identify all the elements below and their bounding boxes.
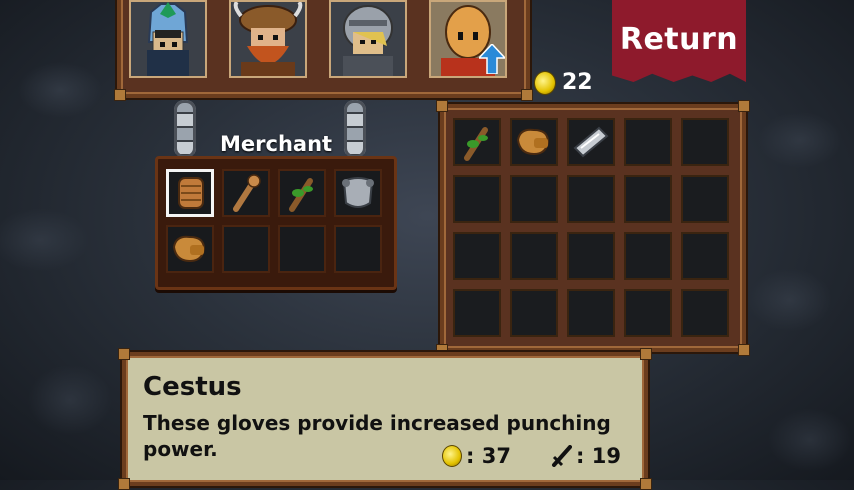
- item-price: : 37: [442, 444, 511, 468]
- inventory-slot-20[interactable]: [681, 289, 729, 337]
- party-member-viking[interactable]: [229, 0, 307, 78]
- chain-right: [344, 100, 366, 158]
- leafy-club-icon: [464, 127, 488, 161]
- inventory-slot-7[interactable]: [510, 175, 558, 223]
- party-member-monk[interactable]: [429, 0, 507, 78]
- chain-left: [174, 100, 196, 158]
- inventory-slot-10[interactable]: [681, 175, 729, 223]
- item-info-panel: Cestus These gloves provide increased pu…: [118, 348, 652, 490]
- inventory-slot-13[interactable]: [567, 232, 615, 280]
- steel-bracer-icon: [573, 126, 609, 158]
- item-attack: : 19: [550, 444, 621, 468]
- helmeted-hero-icon: [343, 5, 393, 76]
- inventory-slot-1[interactable]: [453, 118, 501, 166]
- inventory-slot-17[interactable]: [510, 289, 558, 337]
- inventory-slot-5[interactable]: [681, 118, 729, 166]
- inventory-slot-8[interactable]: [567, 175, 615, 223]
- merchant-slot-1[interactable]: [166, 169, 214, 217]
- return-button-label: Return: [619, 22, 739, 57]
- merchant-slot-7[interactable]: [278, 225, 326, 273]
- inventory-slot-19[interactable]: [624, 289, 672, 337]
- fur-hat-hero-icon: [233, 2, 303, 76]
- party-member-knight[interactable]: [129, 0, 207, 78]
- gold-counter: 22: [534, 70, 593, 95]
- inventory-slot-2[interactable]: [510, 118, 558, 166]
- blue-helmet-hero-icon: [147, 2, 189, 76]
- merchant-panel: [155, 156, 397, 290]
- inventory-slot-18[interactable]: [567, 289, 615, 337]
- steel-breastplate-icon: [342, 177, 374, 208]
- inventory-slot-6[interactable]: [453, 175, 501, 223]
- blue-up-arrow-icon: [479, 44, 505, 74]
- inventory-slot-14[interactable]: [624, 232, 672, 280]
- inventory-slot-12[interactable]: [510, 232, 558, 280]
- merchant-slot-2[interactable]: [222, 169, 270, 217]
- gold-coin-icon: [534, 70, 556, 95]
- leather-gloves-icon: [516, 128, 550, 156]
- merchant-slot-6[interactable]: [222, 225, 270, 273]
- inventory-slot-3[interactable]: [567, 118, 615, 166]
- return-button[interactable]: Return: [612, 0, 746, 82]
- item-attack-value: : 19: [576, 444, 621, 468]
- cestus-gloves-icon: [178, 177, 204, 209]
- sword-icon: [552, 445, 572, 467]
- wooden-staff-icon: [233, 174, 261, 212]
- item-name: Cestus: [143, 372, 242, 402]
- party-member-visor[interactable]: [329, 0, 407, 78]
- inventory-slot-11[interactable]: [453, 232, 501, 280]
- leather-gloves-icon: [172, 235, 206, 263]
- inventory-slot-4[interactable]: [624, 118, 672, 166]
- leafy-club-icon: [289, 178, 313, 212]
- inventory-slot-15[interactable]: [681, 232, 729, 280]
- inventory-slot-16[interactable]: [453, 289, 501, 337]
- merchant-slot-8[interactable]: [334, 225, 382, 273]
- inventory-slot-9[interactable]: [624, 175, 672, 223]
- merchant-slot-4[interactable]: [334, 169, 382, 217]
- gold-coin-icon: [442, 445, 462, 467]
- merchant-slot-3[interactable]: [278, 169, 326, 217]
- inventory-panel: [436, 100, 750, 356]
- gold-amount: 22: [562, 70, 593, 95]
- item-price-value: : 37: [466, 444, 511, 468]
- merchant-slot-5[interactable]: [166, 225, 214, 273]
- party-bar: [114, 0, 533, 101]
- merchant-title: Merchant: [220, 132, 333, 156]
